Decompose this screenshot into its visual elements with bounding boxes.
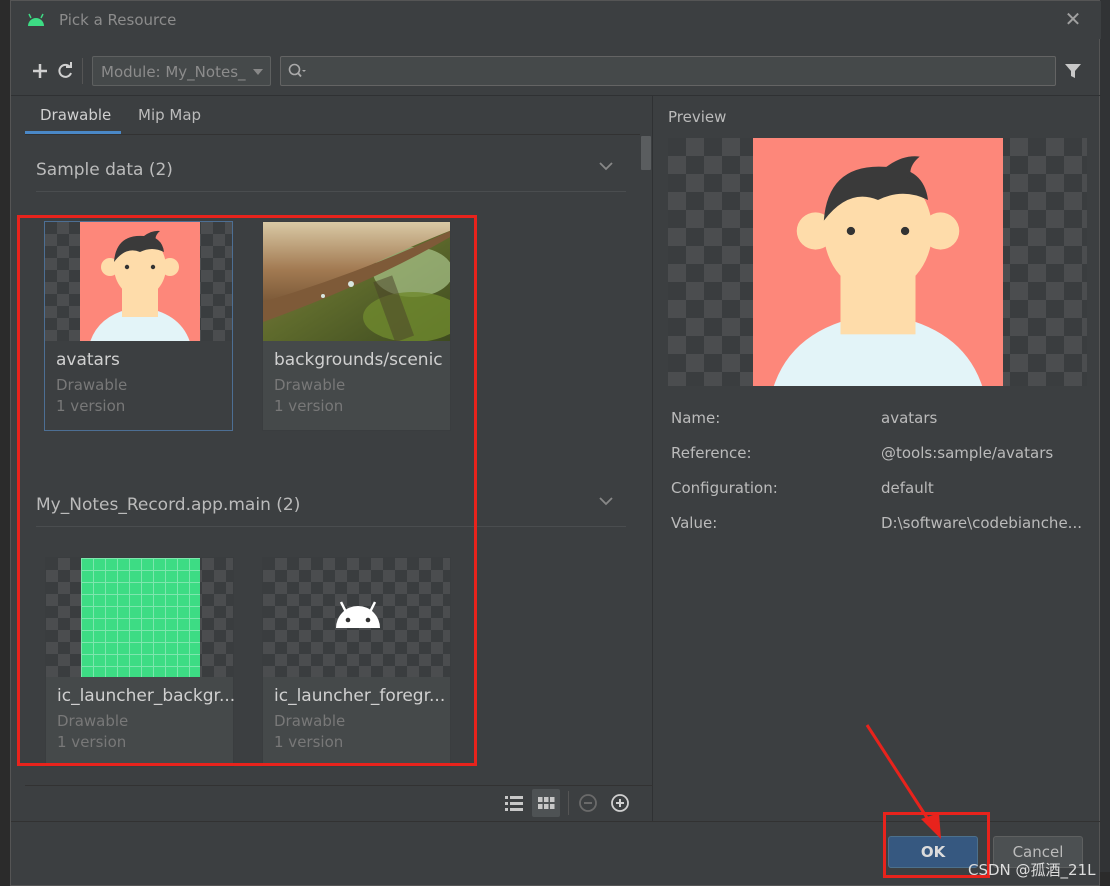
toolbar-separator [82,58,83,84]
close-icon[interactable]: ✕ [1063,9,1083,29]
property-reference-label: Reference: [671,444,752,462]
property-configuration-value: default [881,479,934,497]
property-value-label: Value: [671,514,718,532]
property-configuration-label: Configuration: [671,479,778,497]
property-value-value: D:\software\codebianche... [881,514,1082,532]
watermark: CSDN @孤酒_21L [968,861,1096,879]
avatar-preview-image [753,138,1003,386]
android-icon [28,13,44,26]
chevron-down-icon[interactable] [599,494,613,508]
tab-mip-map[interactable]: Mip Map [138,106,201,124]
chevron-down-icon [253,69,263,75]
preview-image-area [668,138,1087,386]
filter-icon[interactable] [1064,62,1082,80]
zoom-in-icon[interactable] [609,792,631,814]
view-controls-divider [25,785,653,786]
ide-right-strip [1100,0,1110,886]
module-select-value: Module: My_Notes_ [101,63,246,81]
chevron-down-icon[interactable] [599,159,613,173]
pick-resource-dialog: Pick a Resource ✕ Module: My_Notes_ Draw… [10,0,1101,886]
list-view-icon[interactable] [503,792,525,814]
refresh-icon[interactable] [55,61,75,81]
scrollbar[interactable] [641,136,651,170]
title-bar: Pick a Resource ✕ [11,1,1101,39]
zoom-out-icon[interactable] [577,792,599,814]
tab-divider [25,134,640,135]
search-input[interactable] [280,56,1056,86]
property-reference-value: @tools:sample/avatars [881,444,1054,462]
view-controls-separator [568,791,569,815]
grid-view-button[interactable] [532,789,560,817]
dialog-title: Pick a Resource [59,11,177,29]
section-divider [36,191,626,192]
module-select[interactable]: Module: My_Notes_ [92,56,271,86]
section-title-sample-data: Sample data (2) [36,160,173,180]
ide-left-strip [0,0,10,886]
property-name-value: avatars [881,409,938,427]
grid-view-icon [538,797,555,809]
preview-label: Preview [668,108,727,126]
search-icon [288,63,306,78]
highlight-box-resources [17,215,477,766]
property-name-label: Name: [671,409,721,427]
tab-drawable[interactable]: Drawable [40,106,111,124]
plus-icon[interactable] [30,61,50,81]
